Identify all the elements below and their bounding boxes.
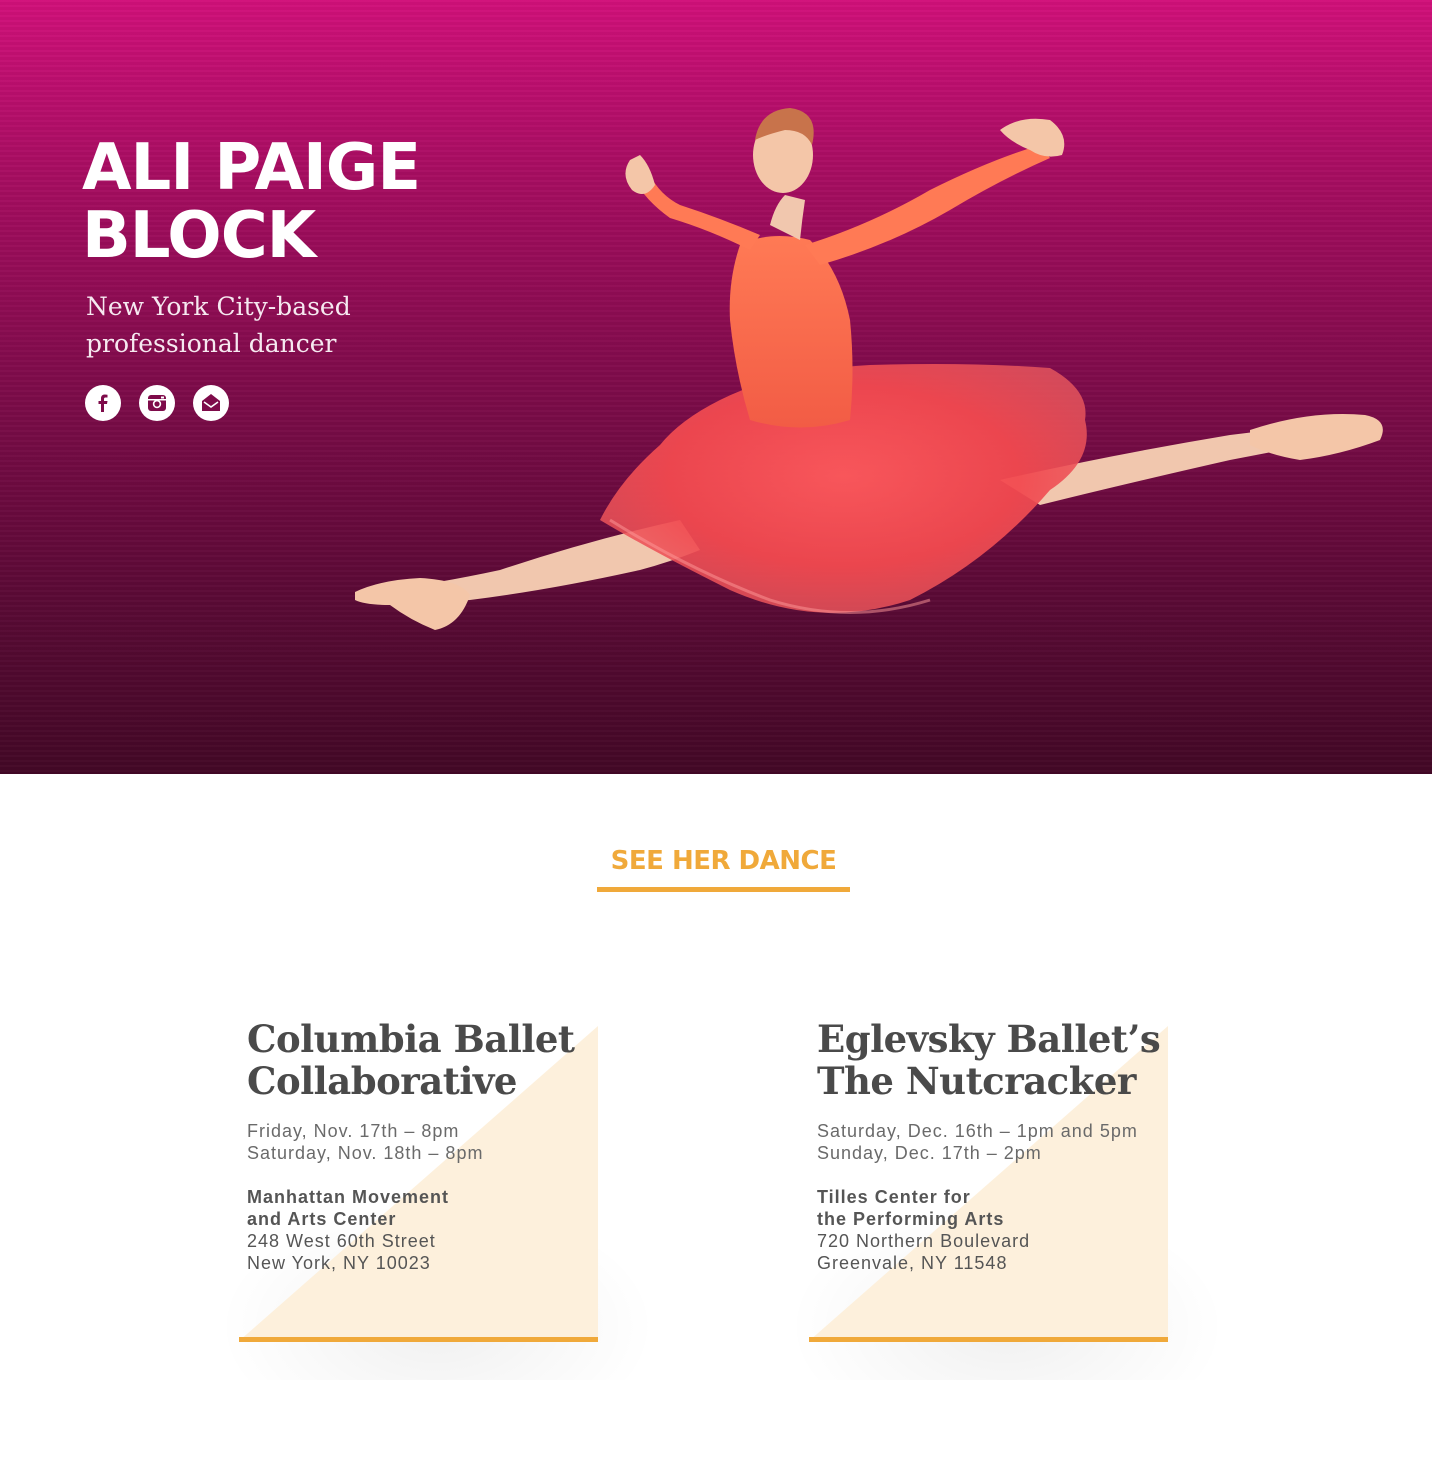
email-icon[interactable]	[193, 385, 229, 421]
card-accent-bar	[239, 1337, 598, 1342]
event-date: Friday, Nov. 17th – 8pm	[247, 1121, 460, 1141]
facebook-icon[interactable]	[85, 385, 121, 421]
dancer-photo	[355, 108, 1383, 630]
venue-address: 720 Northern Boulevard	[817, 1231, 1031, 1251]
section-title: SEE HER DANCE	[597, 846, 850, 892]
venue-address: New York, NY 10023	[247, 1253, 431, 1273]
hero-banner: ALI PAIGE BLOCK New York City-based prof…	[0, 0, 1432, 774]
event-dates: Saturday, Dec. 16th – 1pm and 5pm Sunday…	[817, 1120, 1237, 1164]
event-dates: Friday, Nov. 17th – 8pm Saturday, Nov. 1…	[247, 1120, 667, 1164]
venue-name: Manhattan Movement	[247, 1187, 450, 1207]
event-card: Eglevsky Ballet’s The Nutcracker Saturda…	[787, 1000, 1237, 1380]
venue-name: Tilles Center for	[817, 1187, 971, 1207]
dancer-name: ALI PAIGE BLOCK	[82, 131, 421, 273]
dancer-name-line2: BLOCK	[82, 199, 316, 273]
event-date: Saturday, Nov. 18th – 8pm	[247, 1143, 484, 1163]
venue-name: the Performing Arts	[817, 1209, 1005, 1229]
instagram-icon[interactable]	[139, 385, 175, 421]
event-venue: Tilles Center for the Performing Arts 72…	[817, 1186, 1237, 1274]
event-title-line1: Eglevsky Ballet’s	[817, 1017, 1161, 1061]
event-title-line2: The Nutcracker	[817, 1059, 1136, 1103]
card-accent-bar	[809, 1337, 1168, 1342]
event-date: Saturday, Dec. 16th – 1pm and 5pm	[817, 1121, 1138, 1141]
event-venue: Manhattan Movement and Arts Center 248 W…	[247, 1186, 667, 1274]
event-title-line2: Collaborative	[247, 1059, 517, 1103]
venue-name: and Arts Center	[247, 1209, 397, 1229]
event-title: Columbia Ballet Collaborative	[247, 1000, 667, 1102]
event-title-line1: Columbia Ballet	[247, 1017, 575, 1061]
venue-address: 248 West 60th Street	[247, 1231, 436, 1251]
hero-subtitle: New York City-based professional dancer	[86, 292, 351, 358]
dancer-name-line1: ALI PAIGE	[82, 131, 421, 205]
venue-address: Greenvale, NY 11548	[817, 1253, 1008, 1273]
event-date: Sunday, Dec. 17th – 2pm	[817, 1143, 1042, 1163]
social-links	[85, 385, 229, 421]
event-title: Eglevsky Ballet’s The Nutcracker	[817, 1000, 1237, 1102]
event-card: Columbia Ballet Collaborative Friday, No…	[217, 1000, 667, 1380]
